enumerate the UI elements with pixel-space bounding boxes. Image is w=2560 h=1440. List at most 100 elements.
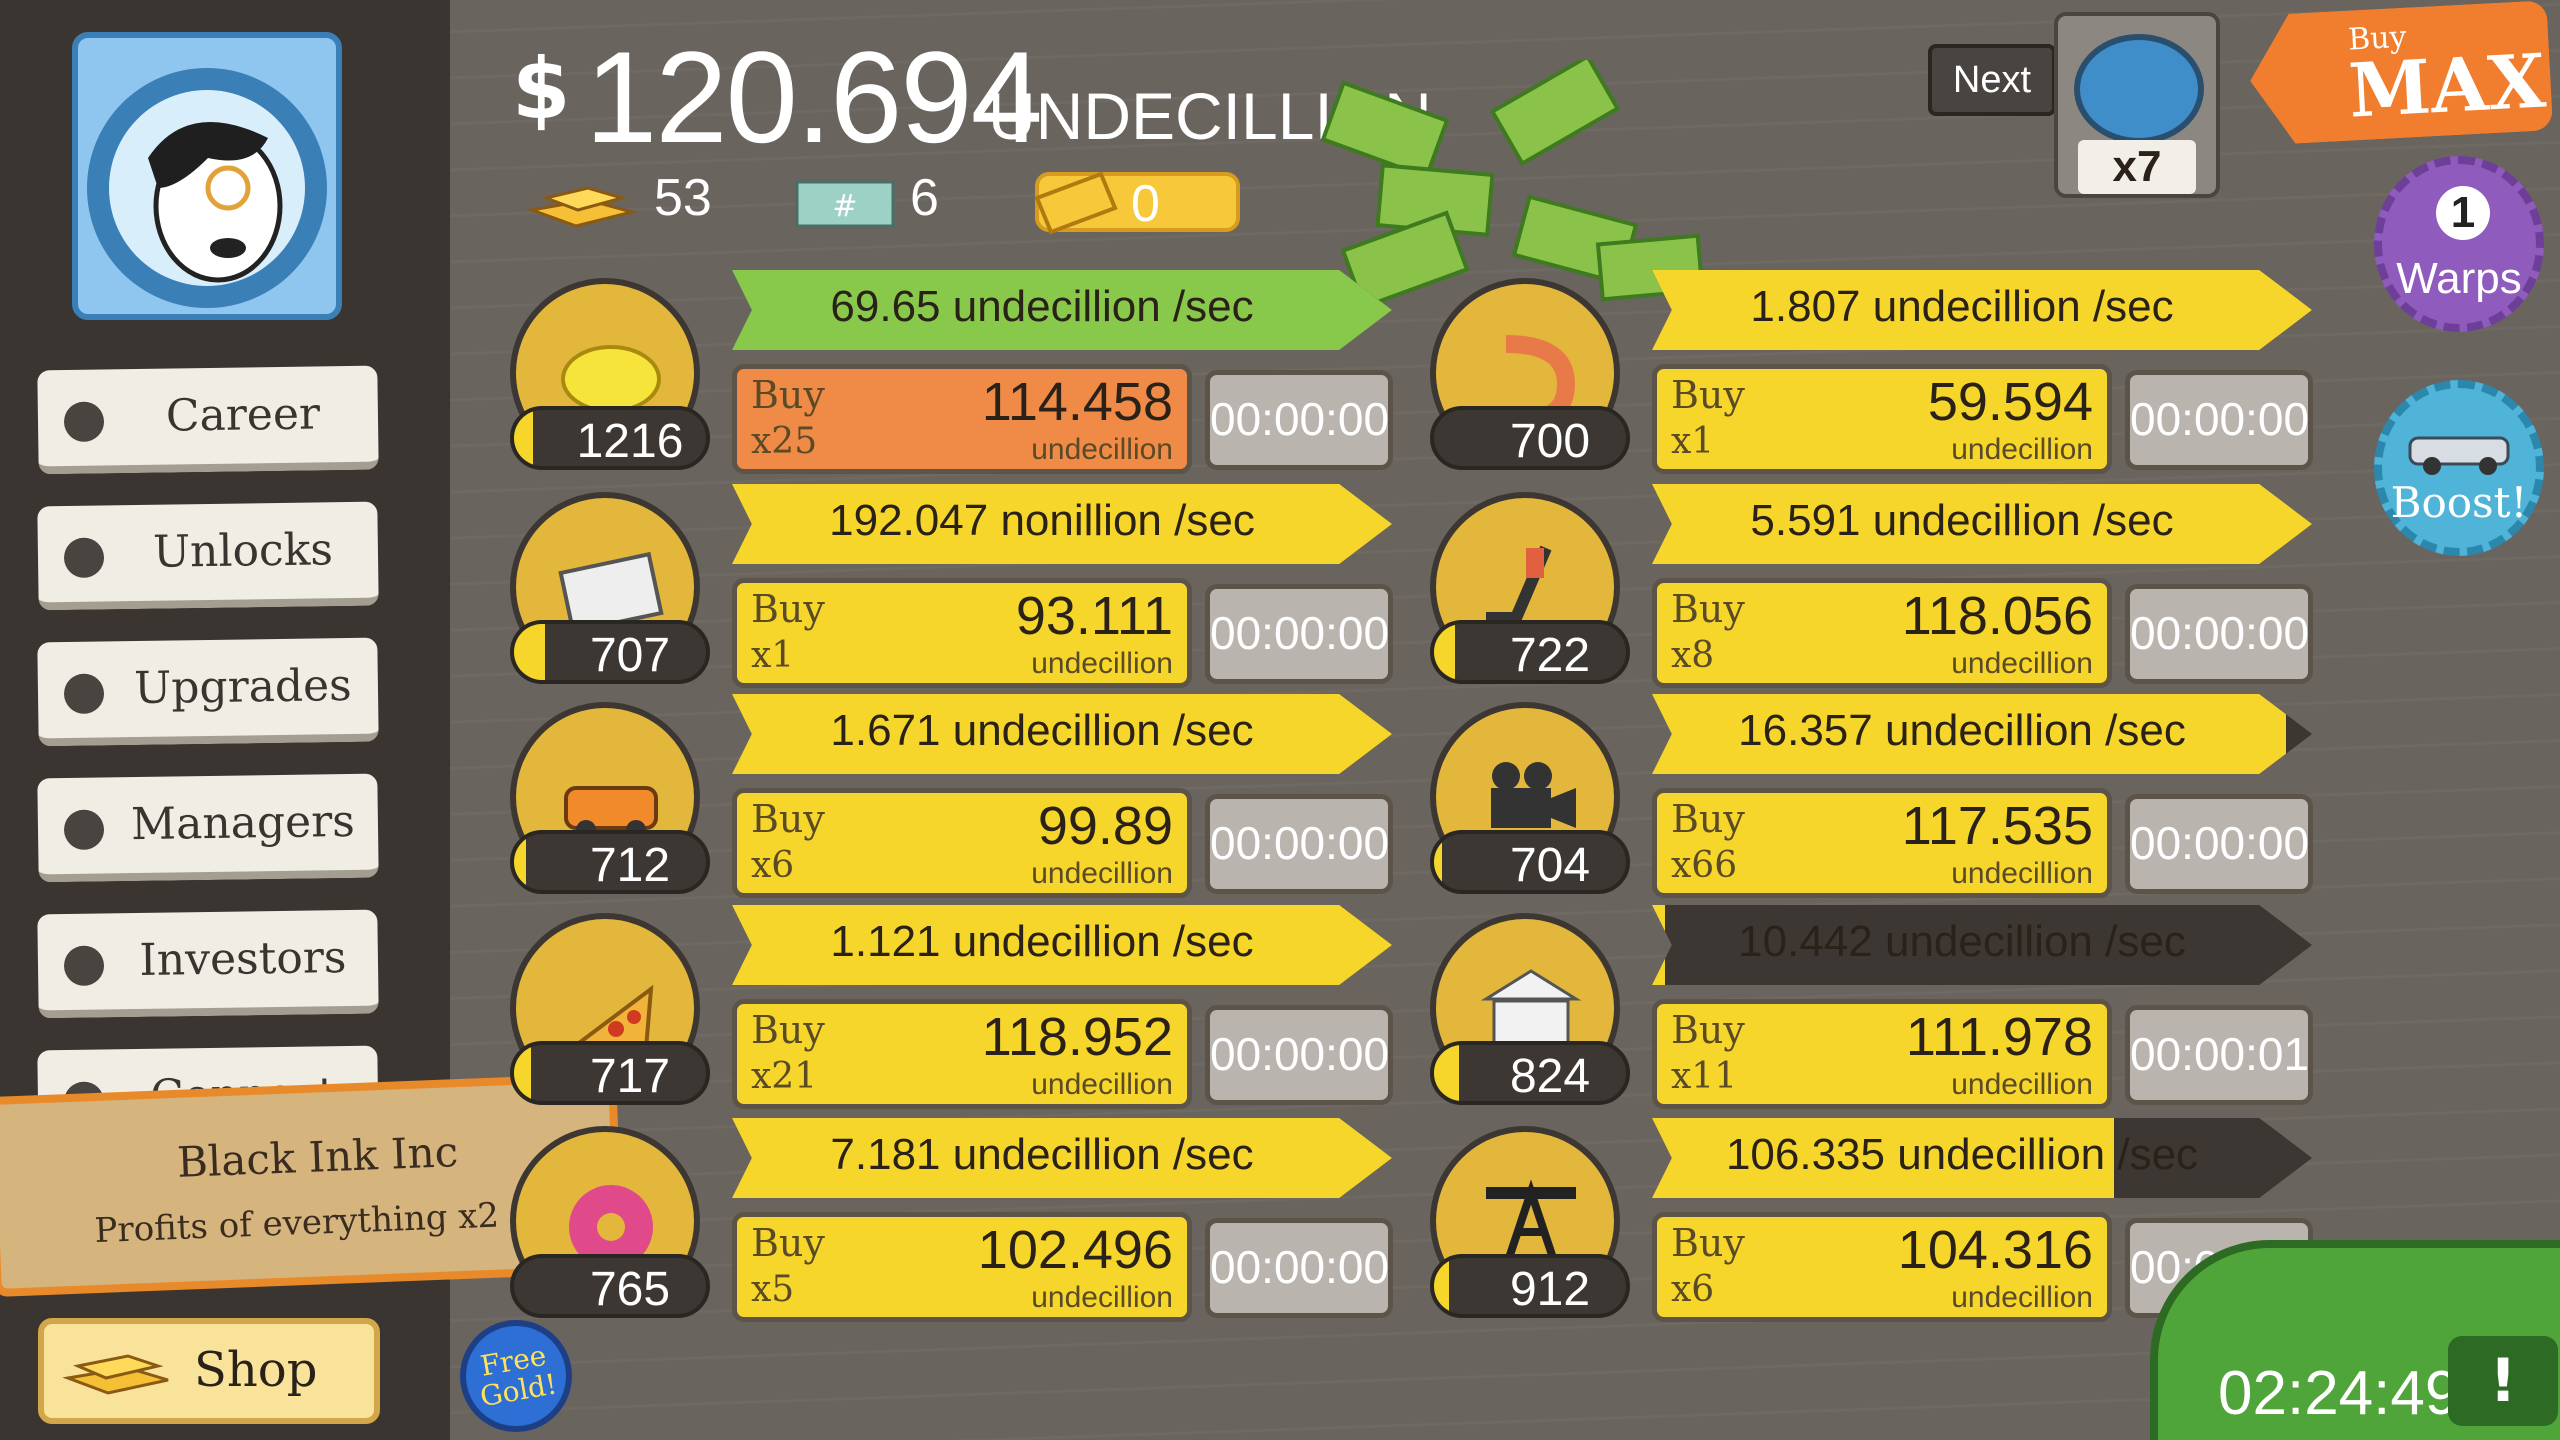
owned-progress-fill bbox=[1434, 834, 1442, 890]
sidebar-item-unlocks[interactable]: Unlocks bbox=[37, 501, 379, 611]
sidebar-item-career[interactable]: Career bbox=[37, 365, 379, 475]
buy-button[interactable]: Buy x6 104.316 undecillion bbox=[1652, 1212, 2112, 1322]
gold-bars-icon bbox=[62, 1354, 169, 1395]
revenue-bar[interactable]: 5.591 undecillion /sec bbox=[1652, 484, 2312, 564]
owned-counter: 765 bbox=[510, 1254, 710, 1318]
shop-button[interactable]: Shop bbox=[38, 1318, 380, 1424]
owned-counter: 1216 bbox=[510, 406, 710, 470]
buy-cost-unit: undecillion bbox=[1031, 433, 1173, 466]
buy-cost-unit: undecillion bbox=[1031, 647, 1173, 680]
buy-button[interactable]: Buy x8 118.056 undecillion bbox=[1652, 578, 2112, 688]
revenue-bar[interactable]: 69.65 undecillion /sec bbox=[732, 270, 1392, 350]
owned-count: 912 bbox=[1509, 1263, 1591, 1316]
revenue-bar[interactable]: 16.357 undecillion /sec bbox=[1652, 694, 2312, 774]
sidebar-item-investors[interactable]: Investors bbox=[37, 909, 379, 1019]
bullet-icon bbox=[63, 673, 105, 715]
revenue-bar[interactable]: 1.671 undecillion /sec bbox=[732, 694, 1392, 774]
owned-count: 1216 bbox=[576, 415, 684, 468]
revenue-bar[interactable]: 7.181 undecillion /sec bbox=[732, 1118, 1392, 1198]
revenue-bar[interactable]: 1.121 undecillion /sec bbox=[732, 905, 1392, 985]
buy-multiplier: x6 bbox=[1671, 1269, 1715, 1310]
tv-alert-icon[interactable]: ! bbox=[2448, 1336, 2558, 1426]
owned-count: 722 bbox=[1509, 629, 1591, 682]
business-timer: 00:00:00 bbox=[1205, 1005, 1393, 1105]
buy-multiplier: x5 bbox=[751, 1269, 795, 1310]
buy-cost: 104.316 bbox=[1897, 1220, 2093, 1280]
buy-button[interactable]: Buy x11 111.978 undecillion bbox=[1652, 999, 2112, 1109]
sidebar-item-upgrades[interactable]: Upgrades bbox=[37, 637, 379, 747]
cash-amount: 120.694 bbox=[585, 24, 1043, 170]
buy-multiplier: x21 bbox=[751, 1056, 818, 1097]
car-icon bbox=[2408, 436, 2510, 475]
buy-label: Buy bbox=[1671, 373, 1745, 417]
buy-label: Buy bbox=[751, 1008, 825, 1052]
business-row: 1216 69.65 undecillion /sec Buy x25 114.458 u… bbox=[510, 270, 1393, 480]
bullet-icon bbox=[63, 945, 105, 987]
business-timer: 00:00:00 bbox=[1205, 1218, 1393, 1318]
revenue-rate: 1.807 undecillion /sec bbox=[1750, 282, 2174, 331]
cash-symbol: $ bbox=[512, 40, 571, 138]
buy-button[interactable]: Buy x25 114.458 undecillion bbox=[732, 364, 1192, 474]
revenue-rate: 1.121 undecillion /sec bbox=[830, 917, 1254, 966]
buy-cost: 59.594 bbox=[1927, 372, 2093, 432]
revenue-rate: 192.047 nonillion /sec bbox=[829, 496, 1255, 545]
sidebar-item-managers[interactable]: Managers bbox=[37, 773, 379, 883]
buy-multiplier: x1 bbox=[1671, 421, 1715, 462]
owned-progress-fill bbox=[514, 624, 545, 680]
revenue-bar[interactable]: 10.442 undecillion /sec bbox=[1652, 905, 2312, 985]
buy-cost-unit: undecillion bbox=[1031, 1068, 1173, 1101]
gold-count: 53 bbox=[654, 169, 712, 227]
buy-label: Buy bbox=[1671, 587, 1745, 631]
owned-count: 700 bbox=[1509, 415, 1591, 468]
buy-button[interactable]: Buy x1 59.594 undecillion bbox=[1652, 364, 2112, 474]
megabucks-icon: # bbox=[795, 180, 895, 228]
boost-button[interactable]: Boost! bbox=[2374, 380, 2544, 556]
revenue-rate: 10.442 undecillion /sec bbox=[1738, 917, 2186, 966]
revenue-rate: 1.671 undecillion /sec bbox=[830, 706, 1254, 755]
notification-text: Profits of everything x2 bbox=[93, 1195, 500, 1252]
buy-label: Buy bbox=[751, 797, 825, 841]
buy-button[interactable]: Buy x21 118.952 undecillion bbox=[732, 999, 1192, 1109]
multiplier-value: x7 bbox=[2078, 140, 2196, 194]
revenue-rate: 16.357 undecillion /sec bbox=[1738, 706, 2186, 755]
tickets-count: 0 bbox=[1131, 175, 1160, 233]
buy-button[interactable]: Buy x6 99.89 undecillion bbox=[732, 788, 1192, 898]
buy-cost-unit: undecillion bbox=[1951, 857, 2093, 890]
business-row: 722 5.591 undecillion /sec Buy x8 118.056 und… bbox=[1430, 484, 2313, 694]
next-button[interactable]: Next bbox=[1928, 44, 2056, 116]
owned-counter: 722 bbox=[1430, 620, 1630, 684]
bullet-icon bbox=[63, 537, 105, 579]
buy-cost-unit: undecillion bbox=[1031, 857, 1173, 890]
business-timer: 00:00:01 bbox=[2125, 1005, 2313, 1105]
business-timer: 00:00:00 bbox=[1205, 584, 1393, 684]
owned-counter: 707 bbox=[510, 620, 710, 684]
event-timer[interactable]: 02:24:49 ! bbox=[2150, 1240, 2560, 1440]
ticket-icon bbox=[1034, 171, 1118, 235]
boost-label: Boost! bbox=[2390, 478, 2528, 527]
buy-button[interactable]: Buy x1 93.111 undecillion bbox=[732, 578, 1192, 688]
warps-button[interactable]: 1 Warps bbox=[2374, 156, 2544, 332]
revenue-bar[interactable]: 106.335 undecillion /sec bbox=[1652, 1118, 2312, 1198]
avatar[interactable] bbox=[72, 32, 342, 320]
buy-cost: 114.458 bbox=[981, 372, 1173, 432]
revenue-rate: 69.65 undecillion /sec bbox=[830, 282, 1254, 331]
buy-max-button[interactable]: Buy MAX bbox=[2247, 0, 2553, 146]
buy-button[interactable]: Buy x66 117.535 undecillion bbox=[1652, 788, 2112, 898]
business-row: 712 1.671 undecillion /sec Buy x6 99.89 undec… bbox=[510, 694, 1393, 904]
revenue-bar[interactable]: 192.047 nonillion /sec bbox=[732, 484, 1392, 564]
buy-cost: 111.978 bbox=[1905, 1007, 2093, 1067]
business-timer: 00:00:00 bbox=[2125, 370, 2313, 470]
buy-label: Buy bbox=[1671, 797, 1745, 841]
sidebar-item-label: Investors bbox=[139, 932, 347, 986]
megabucks-count: 6 bbox=[910, 169, 939, 227]
shop-label: Shop bbox=[194, 1342, 318, 1398]
buy-button[interactable]: Buy x5 102.496 undecillion bbox=[732, 1212, 1192, 1322]
owned-counter: 717 bbox=[510, 1041, 710, 1105]
next-multiplier-box[interactable]: x7 bbox=[2054, 12, 2220, 198]
tickets-counter: 0 bbox=[1034, 171, 1240, 235]
revenue-bar[interactable]: 1.807 undecillion /sec bbox=[1652, 270, 2312, 350]
buy-multiplier: x8 bbox=[1671, 635, 1715, 676]
business-row: 717 1.121 undecillion /sec Buy x21 118.952 un… bbox=[510, 905, 1393, 1115]
owned-progress-fill bbox=[1434, 1258, 1450, 1314]
buy-cost: 99.89 bbox=[1037, 796, 1173, 856]
